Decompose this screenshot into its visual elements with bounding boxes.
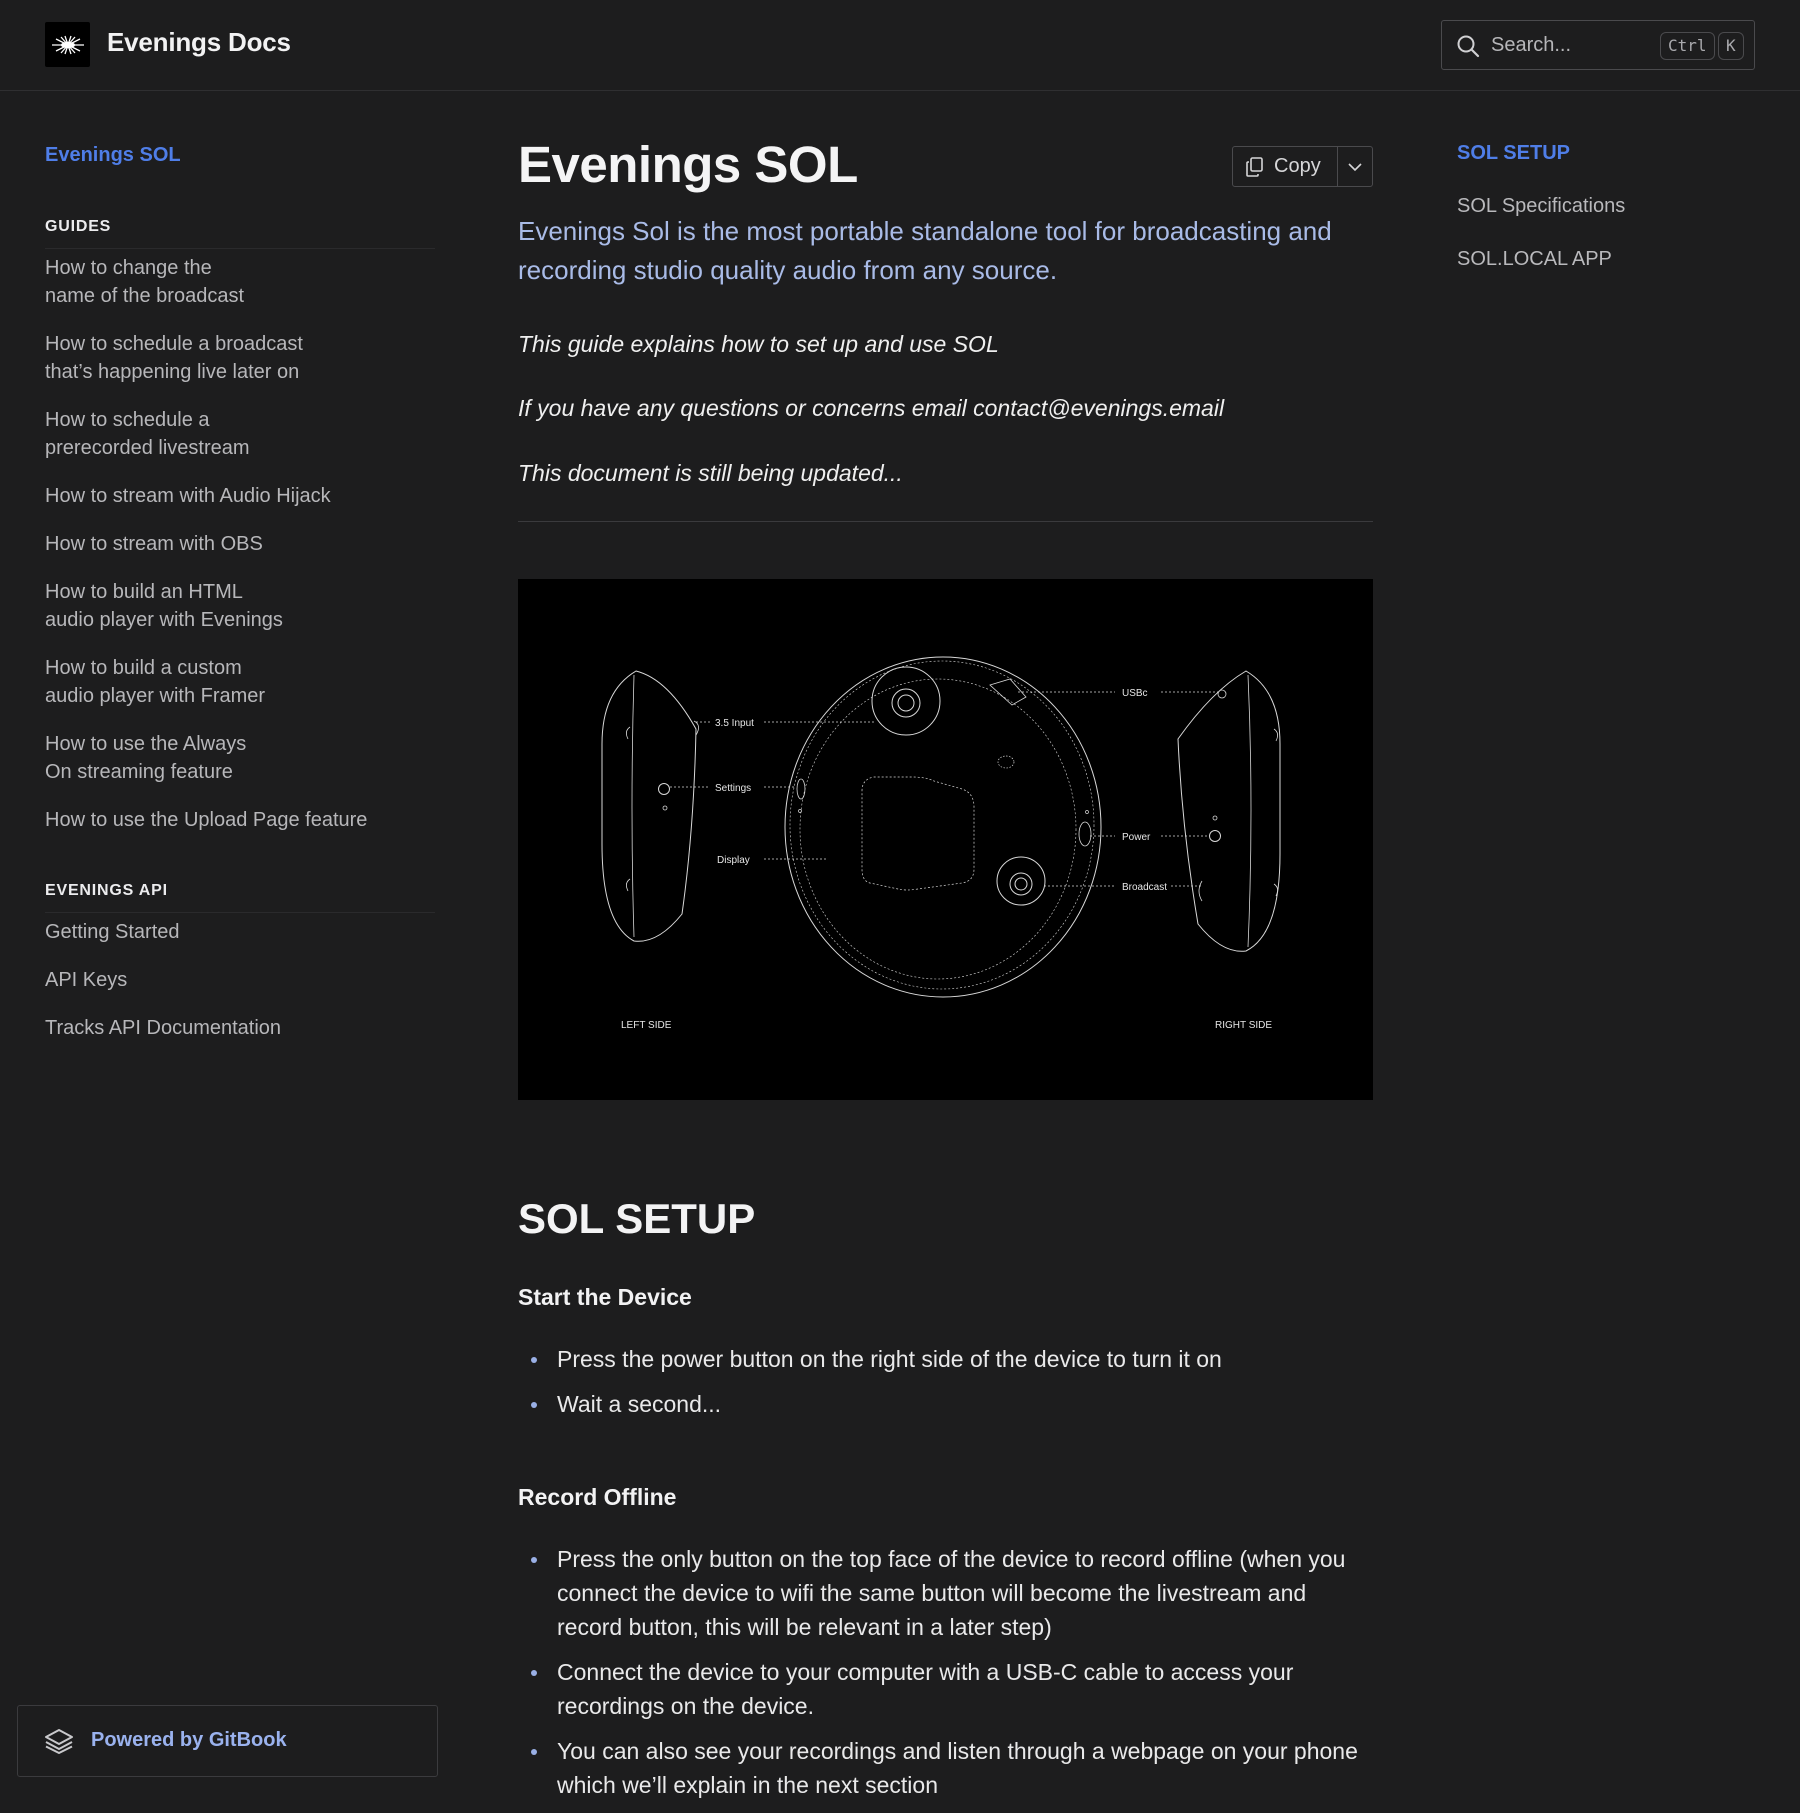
sidebar-section-api: EVENINGS API	[45, 882, 435, 913]
sidebar-item-upload-page[interactable]: How to use the Upload Page feature	[45, 806, 405, 834]
list-item: Wait a second...	[518, 1387, 1373, 1421]
copy-control: Copy	[1232, 146, 1373, 187]
label-display: Display	[717, 855, 750, 866]
gitbook-icon	[45, 1729, 73, 1754]
note-guide: This guide explains how to set up and us…	[518, 331, 999, 357]
device-top-view	[784, 656, 1102, 998]
right-power-port	[1209, 830, 1221, 842]
toc-item-sol-local-app[interactable]: SOL.LOCAL APP	[1457, 248, 1612, 271]
label-power: Power	[1122, 832, 1151, 843]
divider	[518, 521, 1373, 522]
sidebar-item-schedule-prerecorded[interactable]: How to schedule a prerecorded livestream	[45, 406, 405, 462]
toc-item-sol-specifications[interactable]: SOL Specifications	[1457, 195, 1625, 218]
sidebar-item-schedule-live-broadcast[interactable]: How to schedule a broadcast that’s happen…	[45, 330, 405, 386]
site-title[interactable]: Evenings Docs	[107, 27, 291, 58]
subheading-start-device: Start the Device	[518, 1284, 692, 1310]
sidebar-item-audio-hijack[interactable]: How to stream with Audio Hijack	[45, 482, 405, 510]
page-title: Evenings SOL	[518, 136, 858, 193]
label-3-5-input: 3.5 Input	[715, 718, 754, 729]
shortcut-k-key: K	[1718, 32, 1744, 60]
powered-by-gitbook-link[interactable]: Powered by GitBook	[17, 1705, 438, 1777]
copy-label: Copy	[1274, 155, 1321, 177]
list-item: Connect the device to your computer with…	[518, 1655, 1373, 1723]
device-diagram: 3.5 Input Settings Display USBc Power Br…	[518, 579, 1373, 1100]
search-placeholder: Search...	[1491, 34, 1572, 56]
label-settings: Settings	[715, 783, 751, 794]
search-icon	[1457, 35, 1480, 58]
label-usbc: USBc	[1122, 688, 1148, 699]
left-settings-port	[658, 783, 670, 795]
sidebar-item-html-player[interactable]: How to build an HTML audio player with Ev…	[45, 578, 405, 634]
sidebar-item-obs[interactable]: How to stream with OBS	[45, 530, 405, 558]
subheading-record-offline: Record Offline	[518, 1484, 677, 1510]
sidebar-item-change-broadcast-name[interactable]: How to change the name of the broadcast	[45, 254, 405, 310]
chevron-down-icon	[1348, 162, 1362, 171]
copy-icon	[1246, 156, 1263, 177]
toc-item-sol-setup[interactable]: SOL SETUP	[1457, 142, 1570, 165]
label-left-side: LEFT SIDE	[621, 1020, 672, 1031]
input-jack	[871, 666, 941, 736]
right-side-profile	[1177, 670, 1281, 952]
list-item: Press the only button on the top face of…	[518, 1542, 1373, 1644]
sidebar-item-evenings-sol[interactable]: Evenings SOL	[45, 144, 181, 167]
record-offline-list: Press the only button on the top face of…	[518, 1542, 1373, 1813]
label-broadcast: Broadcast	[1122, 882, 1167, 893]
sidebar-item-framer-player[interactable]: How to build a custom audio player with F…	[45, 654, 405, 710]
sidebar-item-tracks-api[interactable]: Tracks API Documentation	[45, 1014, 405, 1042]
search-input[interactable]: Search... Ctrl K	[1441, 20, 1755, 70]
shortcut-ctrl-key: Ctrl	[1660, 32, 1715, 60]
left-side-profile	[601, 670, 697, 942]
note-updating: This document is still being updated...	[518, 460, 903, 486]
sidebar-item-getting-started[interactable]: Getting Started	[45, 918, 405, 946]
sidebar-section-guides: GUIDES	[45, 218, 435, 249]
copy-options-button[interactable]	[1338, 147, 1372, 186]
usbc-port	[989, 678, 1027, 706]
powered-by-label: Powered by GitBook	[91, 1729, 287, 1751]
page-description: Evenings Sol is the most portable standa…	[518, 216, 1332, 285]
section-heading-sol-setup: SOL SETUP	[518, 1195, 756, 1242]
label-right-side: RIGHT SIDE	[1215, 1020, 1272, 1031]
list-item: Press the power button on the right side…	[518, 1342, 1373, 1376]
evenings-logo-icon[interactable]	[45, 22, 90, 67]
list-item: You can also see your recordings and lis…	[518, 1734, 1373, 1802]
start-device-list: Press the power button on the right side…	[518, 1342, 1373, 1432]
copy-button[interactable]: Copy	[1233, 147, 1338, 186]
top-header: Evenings Docs Search... Ctrl K	[0, 0, 1800, 91]
note-contact: If you have any questions or concerns em…	[518, 395, 1225, 421]
sidebar-item-api-keys[interactable]: API Keys	[45, 966, 405, 994]
broadcast-button	[996, 856, 1046, 906]
sidebar-item-always-on[interactable]: How to use the Always On streaming featur…	[45, 730, 405, 786]
